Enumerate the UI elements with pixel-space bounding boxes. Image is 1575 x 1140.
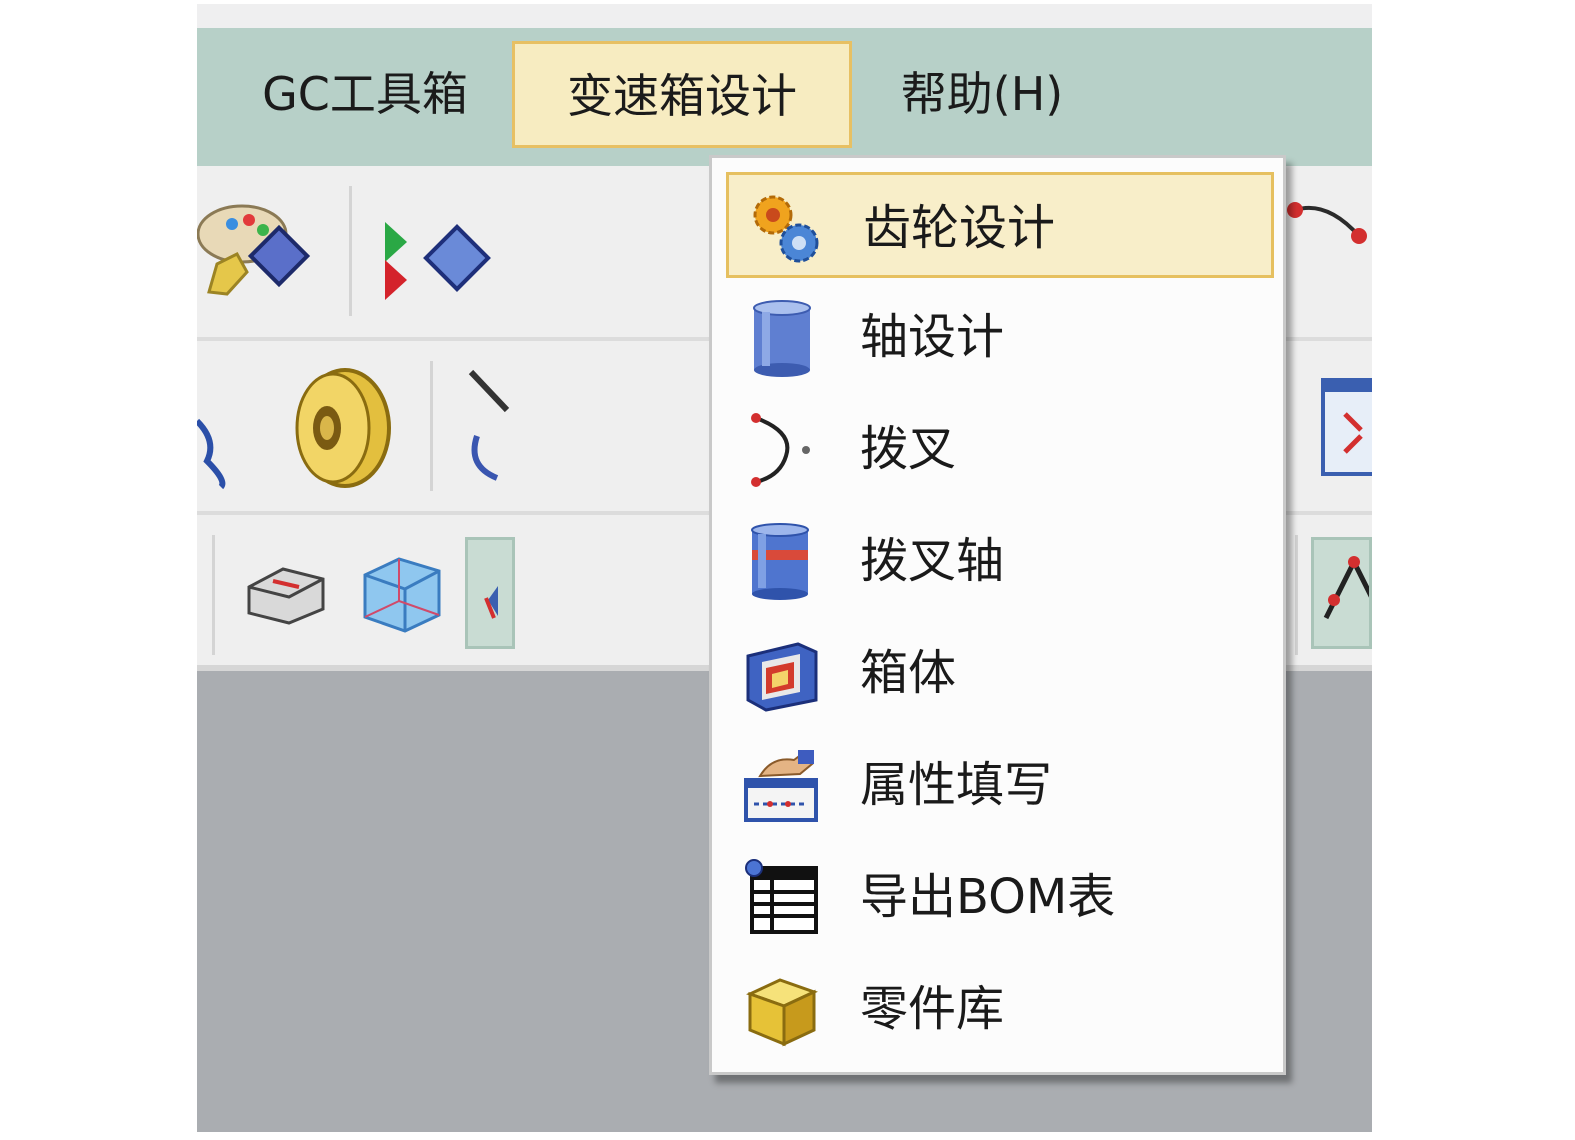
menu-gc-toolbox[interactable]: GC工具箱 [215,42,515,146]
housing-box-icon [742,634,822,714]
application-window: GC工具箱 变速箱设计 帮助(H) 齿轮设计 轴设计 拨叉 拨叉轴 箱体 属性填… [197,4,1372,1132]
palette-icon[interactable] [197,194,317,314]
title-strip [197,4,1372,28]
menu-item-attribute-fill[interactable]: 属性填写 [726,732,1274,838]
menu-item-label: 轴设计 [860,309,1005,365]
arc-tool-icon[interactable] [1277,196,1372,256]
menu-bar: GC工具箱 变速箱设计 帮助(H) [197,28,1372,166]
menu-item-part-library[interactable]: 零件库 [726,956,1274,1062]
menu-help[interactable]: 帮助(H) [877,42,1087,146]
bom-table-icon [742,858,822,938]
menu-item-label: 拨叉 [860,421,957,477]
gears-icon [745,189,825,269]
clip-tool-icon[interactable] [467,366,517,486]
menu-item-label: 导出BOM表 [860,869,1116,925]
cylinder-shaft-icon [742,298,822,378]
menu-item-shaft-design[interactable]: 轴设计 [726,284,1274,390]
fit-view-icon[interactable] [1321,378,1372,478]
menu-item-export-bom[interactable]: 导出BOM表 [726,844,1274,950]
fork-arc-icon [742,410,822,490]
menu-gearbox-design[interactable]: 变速箱设计 [512,41,852,148]
menu-item-fork-shaft[interactable]: 拨叉轴 [726,508,1274,614]
menu-item-gear-design[interactable]: 齿轮设计 [726,172,1274,278]
menu-item-label: 齿轮设计 [863,200,1056,256]
box-solid-icon[interactable] [359,551,445,637]
menu-item-housing[interactable]: 箱体 [726,620,1274,726]
coil-roll-icon[interactable] [285,366,395,491]
sketch-partial-icon[interactable] [197,391,237,491]
menu-item-label: 拨叉轴 [860,533,1005,589]
menu-item-label: 属性填写 [860,757,1053,813]
menu-item-shift-fork[interactable]: 拨叉 [726,396,1274,502]
drafting-block-icon[interactable] [243,557,329,627]
menu-item-label: 零件库 [860,981,1005,1037]
play-diamond-icon[interactable] [377,216,507,306]
text-annotation-icon[interactable] [1311,537,1372,649]
gearbox-design-dropdown: 齿轮设计 轴设计 拨叉 拨叉轴 箱体 属性填写 导出BOM表 零件库 [709,155,1286,1075]
part-library-icon [742,970,822,1050]
sketch-toggle-icon[interactable] [465,537,515,649]
fork-shaft-icon [742,522,822,602]
attribute-fill-icon [742,746,822,826]
menu-item-label: 箱体 [860,645,957,701]
